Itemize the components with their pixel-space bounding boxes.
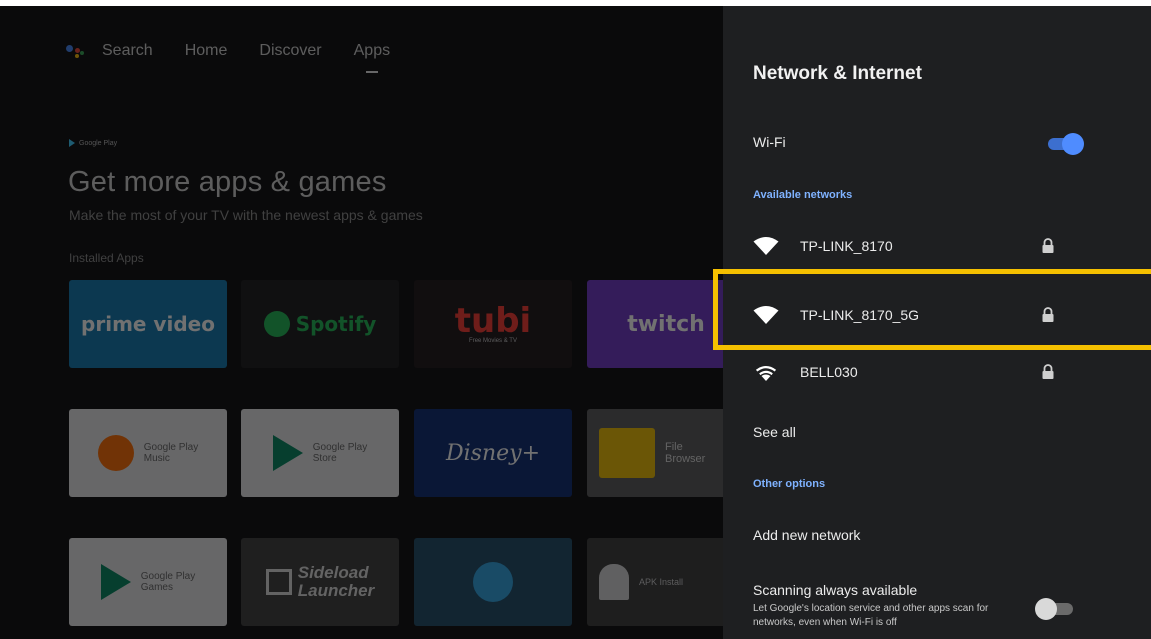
wifi-label: Wi-Fi	[753, 134, 786, 150]
network-ssid: TP-LINK_8170	[800, 238, 893, 254]
app-tile-label-2: Store	[312, 453, 337, 464]
app-tile-google-play-music[interactable]: Google Play Music	[69, 409, 227, 497]
scanning-always-available-row[interactable]: Scanning always available Let Google's l…	[723, 574, 1151, 639]
sideload-icon	[265, 569, 292, 595]
app-tile-label: prime video	[81, 312, 215, 336]
wifi-icon	[753, 237, 779, 255]
scanning-title: Scanning always available	[753, 582, 918, 598]
app-tile-disney-plus[interactable]: Disney+	[414, 409, 572, 497]
app-tile-label: Google Play	[140, 571, 196, 582]
app-tile-spotify[interactable]: Spotify	[241, 280, 399, 368]
sync-icon	[473, 562, 513, 602]
network-ssid: BELL030	[800, 364, 858, 380]
wifi-toggle[interactable]	[1044, 131, 1084, 155]
network-row[interactable]: BELL030	[723, 342, 1151, 402]
app-tile-label-2: Launcher	[297, 581, 375, 600]
app-tile-apk-installer[interactable]: APK Install	[587, 538, 745, 626]
see-all-button[interactable]: See all	[753, 424, 796, 440]
play-games-icon	[100, 564, 131, 600]
google-play-badge: Google Play	[69, 139, 117, 147]
available-networks-header: Available networks	[753, 189, 853, 201]
wifi-toggle-row[interactable]: Wi-Fi	[723, 121, 1151, 165]
google-play-badge-label: Google Play	[79, 139, 118, 147]
home-screen-background: Search Home Discover Apps Google Play Ge…	[0, 6, 745, 639]
spotify-icon	[263, 311, 290, 337]
app-tile-label: Google Play	[312, 442, 368, 453]
app-tile-sync[interactable]	[414, 538, 572, 626]
app-tile-sublabel: Free Movies & TV	[469, 338, 517, 344]
app-tile-label: File	[665, 441, 683, 453]
panel-title: Network & Internet	[753, 63, 922, 84]
scanning-description: Let Google's location service and other …	[753, 603, 989, 628]
app-tile-label: Google Play	[143, 442, 199, 453]
wifi-icon	[755, 366, 777, 381]
app-tile-label-2: Browser	[665, 453, 706, 465]
hero-subtitle: Make the most of your TV with the newest…	[69, 207, 423, 223]
app-tile-tubi[interactable]: tubi Free Movies & TV	[414, 280, 572, 368]
app-tile-label: Disney+	[445, 440, 540, 466]
selection-highlight	[713, 269, 1151, 350]
nav-search-label: Search	[102, 42, 153, 59]
app-tile-label: tubi	[454, 301, 532, 341]
nav-search[interactable]: Search	[66, 42, 153, 60]
android-icon	[599, 564, 629, 600]
app-tile-file-browser[interactable]: File Browser	[587, 409, 745, 497]
play-music-icon	[97, 435, 134, 471]
google-play-icon	[69, 139, 75, 147]
lock-icon	[1042, 364, 1054, 379]
nav-home[interactable]: Home	[185, 42, 228, 60]
google-assistant-icon	[66, 43, 96, 59]
nav-apps[interactable]: Apps	[354, 42, 390, 73]
app-tile-label-2: Games	[140, 582, 173, 593]
network-row[interactable]: TP-LINK_8170	[723, 216, 1151, 276]
app-tile-label: Spotify	[295, 312, 377, 336]
folder-icon	[599, 428, 655, 478]
app-tile-prime-video[interactable]: prime video	[69, 280, 227, 368]
nav-discover[interactable]: Discover	[259, 42, 321, 60]
add-new-network-button[interactable]: Add new network	[753, 527, 860, 543]
app-tile-google-play-games[interactable]: Google Play Games	[69, 538, 227, 626]
lock-icon	[1042, 238, 1054, 253]
top-navigation: Search Home Discover Apps	[66, 42, 390, 73]
app-tile-label: twitch	[627, 311, 705, 337]
scanning-toggle[interactable]	[1035, 596, 1075, 620]
hero-title: Get more apps & games	[68, 166, 387, 198]
installed-apps-label: Installed Apps	[69, 251, 144, 265]
app-tile-sideload-launcher[interactable]: Sideload Launcher	[241, 538, 399, 626]
other-options-header: Other options	[753, 478, 826, 490]
app-tile-label-2: Music	[143, 453, 170, 464]
app-tile-label: APK Install	[639, 577, 684, 587]
app-tile-label: Sideload	[297, 563, 369, 582]
play-store-icon	[272, 435, 303, 471]
app-tile-google-play-store[interactable]: Google Play Store	[241, 409, 399, 497]
